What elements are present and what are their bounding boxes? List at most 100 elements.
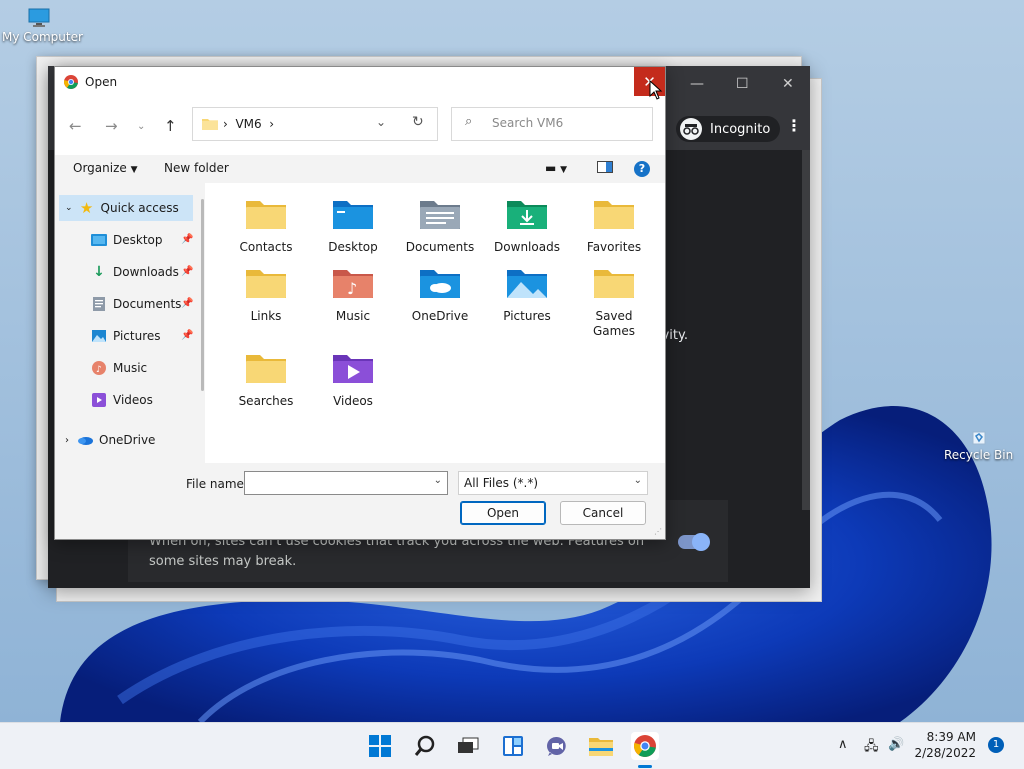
nav-item-music[interactable]: ♪ Music <box>59 355 197 381</box>
nav-item-pictures[interactable]: Pictures <box>59 323 197 349</box>
scrollbar[interactable] <box>802 150 810 510</box>
desktop-icon-my-computer[interactable]: My Computer <box>2 8 83 44</box>
folder-label: Contacts <box>239 240 293 254</box>
chevron-down-icon[interactable]: ⌄ <box>434 475 442 486</box>
up-arrow-icon[interactable]: ↑ <box>164 117 177 135</box>
folder-pictures[interactable]: Pictures <box>484 266 570 324</box>
pin-icon: 📌 <box>181 266 194 277</box>
recent-locations-icon[interactable]: ⌄ <box>137 121 145 132</box>
recycle-bin-icon <box>972 431 986 445</box>
system-clock[interactable]: 8:39 AM 2/28/2022 <box>908 729 976 761</box>
folder-onedrive[interactable]: OneDrive <box>397 266 483 324</box>
block-cookies-toggle[interactable] <box>678 533 710 551</box>
chevron-down-icon: ⌄ <box>65 203 73 213</box>
breadcrumb-vm6[interactable]: VM6 <box>235 117 261 131</box>
folder-searches[interactable]: Searches <box>223 351 309 409</box>
folder-icon <box>202 119 218 130</box>
address-bar[interactable]: › VM6 › ⌄ ↻ <box>192 107 438 141</box>
nav-item-label: Pictures <box>113 329 161 343</box>
folder-saved-games[interactable]: Saved Games <box>571 266 657 339</box>
teams-chat-icon <box>547 736 566 756</box>
volume-icon[interactable]: 🔊 <box>888 737 904 752</box>
folder-label: Desktop <box>328 240 378 254</box>
nav-item-desktop[interactable]: Desktop <box>59 227 197 253</box>
file-name-combobox[interactable]: ⌄ <box>244 471 448 495</box>
folder-icon <box>246 201 286 229</box>
folder-downloads[interactable]: Downloads <box>484 197 570 255</box>
close-icon[interactable]: ✕ <box>782 76 794 92</box>
documents-folder-icon <box>420 201 460 229</box>
folder-links[interactable]: Links <box>223 266 309 324</box>
folder-music[interactable]: ♪ Music <box>310 266 396 324</box>
search-icon <box>414 735 435 756</box>
folder-label: Favorites <box>586 240 642 254</box>
search-button[interactable] <box>411 732 439 760</box>
folder-contacts[interactable]: Contacts <box>223 197 309 255</box>
file-type-select[interactable]: All Files (*.*) ⌄ <box>458 471 648 495</box>
notification-badge[interactable]: 1 <box>988 737 1004 753</box>
nav-item-documents[interactable]: Documents <box>59 291 197 317</box>
pin-icon: 📌 <box>181 234 194 245</box>
help-icon[interactable]: ? <box>634 161 650 177</box>
network-icon[interactable]: 🖧 <box>864 737 879 759</box>
address-path: › VM6 › <box>223 117 275 131</box>
forward-arrow-icon[interactable]: → <box>105 117 118 135</box>
maximize-icon[interactable]: ☐ <box>736 76 749 92</box>
file-name-label: File name: <box>186 477 248 491</box>
videos-folder-icon <box>333 355 373 383</box>
new-folder-button[interactable]: New folder <box>164 161 229 175</box>
windows-logo-icon <box>369 735 391 757</box>
back-arrow-icon[interactable]: ← <box>69 117 82 135</box>
refresh-icon[interactable]: ↻ <box>412 114 424 130</box>
incognito-icon <box>680 118 702 140</box>
organize-menu[interactable]: Organize ▼ <box>73 161 138 175</box>
task-view-button[interactable] <box>454 732 482 760</box>
chat-button[interactable] <box>543 732 571 760</box>
incognito-badge[interactable]: Incognito <box>676 116 781 142</box>
nav-item-videos[interactable]: Videos <box>59 387 197 413</box>
folder-desktop[interactable]: Desktop <box>310 197 396 255</box>
pictures-folder-icon <box>507 270 547 298</box>
view-options-icon[interactable]: ▬ ▼ <box>545 161 567 175</box>
downloads-folder-icon <box>507 201 547 229</box>
desktop-folder-icon <box>333 201 373 229</box>
folder-label: Documents <box>405 240 475 254</box>
nav-item-downloads[interactable]: ↓ Downloads <box>59 259 197 285</box>
minimize-icon[interactable]: — <box>690 76 704 92</box>
dialog-titlebar: Open ✕ <box>55 67 665 99</box>
show-hidden-icons-icon[interactable]: ∧ <box>838 737 848 752</box>
folder-label: Links <box>250 309 282 323</box>
navigation-pane: ⌄ ★ Quick access Desktop 📌 ↓ Downloads 📌… <box>55 183 205 463</box>
nav-item-label: Music <box>113 361 148 375</box>
preview-pane-icon[interactable] <box>597 161 613 176</box>
folder-label: OneDrive <box>411 309 469 323</box>
nav-item-onedrive[interactable]: › OneDrive <box>59 427 193 453</box>
dialog-title: Open <box>85 75 118 89</box>
chrome-taskbar-button[interactable] <box>631 732 659 760</box>
widgets-button[interactable] <box>499 732 527 760</box>
desktop-icon-recycle-bin[interactable]: Recycle Bin <box>944 428 1013 462</box>
start-button[interactable] <box>366 732 394 760</box>
chevron-down-icon: ⌄ <box>633 475 642 486</box>
cancel-button[interactable]: Cancel <box>560 501 646 525</box>
chrome-icon <box>64 75 78 89</box>
resize-grip-icon[interactable]: ⋰ <box>654 527 662 536</box>
folder-favorites[interactable]: Favorites <box>571 197 657 255</box>
address-dropdown-icon[interactable]: ⌄ <box>376 115 386 129</box>
folder-videos[interactable]: Videos <box>310 351 396 409</box>
onedrive-folder-icon <box>420 270 460 298</box>
folder-icon <box>594 201 634 229</box>
nav-item-quick-access[interactable]: ⌄ ★ Quick access <box>59 195 193 221</box>
search-box[interactable]: ⌕ <box>451 107 653 141</box>
file-explorer-button[interactable] <box>587 732 615 760</box>
nav-pane-scrollbar[interactable] <box>201 199 204 391</box>
folder-documents[interactable]: Documents <box>397 197 483 255</box>
music-folder-icon: ♪ <box>333 270 373 298</box>
folder-label: Pictures <box>503 309 551 323</box>
music-icon: ♪ <box>91 360 107 376</box>
open-button[interactable]: Open <box>460 501 546 525</box>
widgets-icon <box>503 736 523 756</box>
more-menu-icon[interactable]: ⋮ <box>786 116 802 135</box>
document-icon <box>91 296 107 312</box>
search-input[interactable] <box>490 115 644 131</box>
